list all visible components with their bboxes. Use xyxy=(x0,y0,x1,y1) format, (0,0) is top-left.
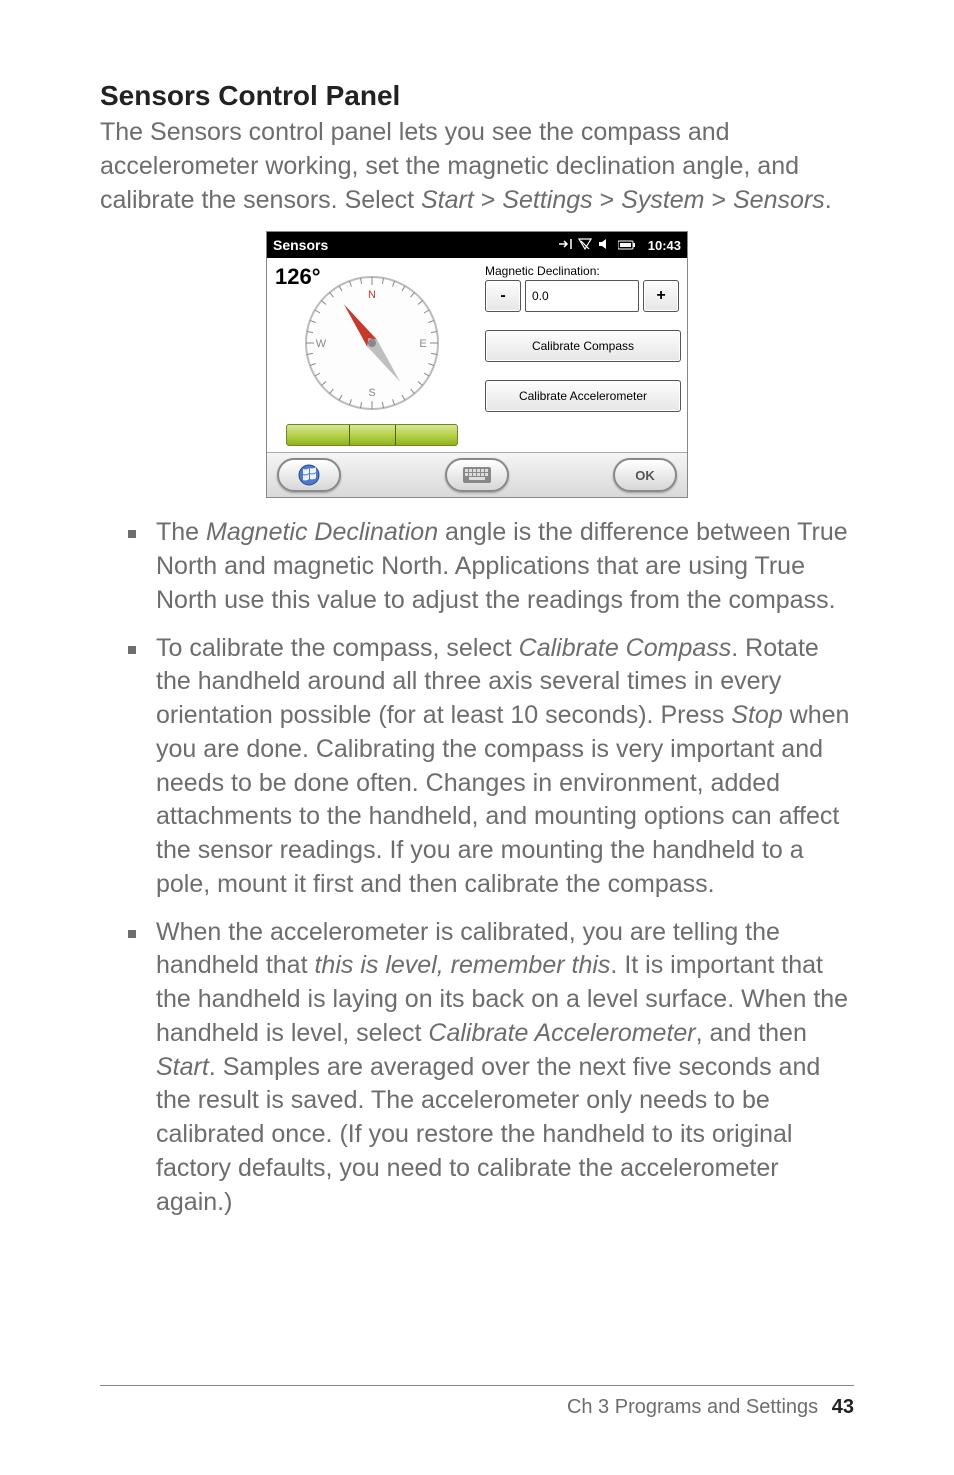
bubble-level xyxy=(286,424,458,446)
start-button[interactable] xyxy=(277,458,341,492)
term-magnetic-declination: Magnetic Declination xyxy=(206,518,438,546)
footer-page-number: 43 xyxy=(832,1396,854,1418)
calibrate-compass-button[interactable]: Calibrate Compass xyxy=(485,330,681,362)
declination-label: Magnetic Declination: xyxy=(485,264,679,278)
footer-chapter: Ch 3 Programs and Settings xyxy=(567,1396,818,1418)
compass-w: W xyxy=(316,338,327,350)
compass-e: E xyxy=(419,338,426,350)
term-this-is-level: this is level, remember this xyxy=(314,951,610,979)
clock: 10:43 xyxy=(648,238,681,253)
body-text: when you are done. Calibrating the compa… xyxy=(156,701,849,898)
term-calibrate-compass: Calibrate Compass xyxy=(519,634,732,662)
path-start: Start xyxy=(421,186,474,214)
sep: > xyxy=(474,186,503,214)
signal-icon xyxy=(578,238,592,253)
declination-minus-button[interactable]: - xyxy=(485,280,521,312)
path-sensors: Sensors xyxy=(733,186,825,214)
section-heading: Sensors Control Panel xyxy=(100,80,854,112)
term-stop: Stop xyxy=(731,701,782,729)
device-titlebar: Sensors 10:43 xyxy=(267,232,687,258)
body-text: The xyxy=(156,518,206,546)
connectivity-icon xyxy=(558,238,572,253)
list-item: When the accelerometer is calibrated, yo… xyxy=(128,916,854,1220)
declination-plus-button[interactable]: + xyxy=(643,280,679,312)
volume-icon xyxy=(598,238,612,253)
compass-n: N xyxy=(368,289,376,301)
intro-paragraph: The Sensors control panel lets you see t… xyxy=(100,116,854,217)
declination-value[interactable]: 0.0 xyxy=(525,280,639,312)
body-text: . Samples are averaged over the next fiv… xyxy=(156,1053,820,1216)
term-start: Start xyxy=(156,1053,209,1081)
keyboard-button[interactable] xyxy=(445,458,509,492)
device-title: Sensors xyxy=(273,237,328,253)
list-item: The Magnetic Declination angle is the di… xyxy=(128,516,854,617)
compass-dial: N E S W xyxy=(297,268,447,418)
path-settings: Settings xyxy=(502,186,592,214)
sep: > xyxy=(705,186,734,214)
sep: > xyxy=(593,186,622,214)
footer-rule xyxy=(100,1385,854,1386)
list-item: To calibrate the compass, select Calibra… xyxy=(128,632,854,902)
page-footer: Ch 3 Programs and Settings 43 xyxy=(100,1385,854,1419)
status-icons: 10:43 xyxy=(558,238,681,253)
calibrate-accelerometer-button[interactable]: Calibrate Accelerometer xyxy=(485,380,681,412)
compass-s: S xyxy=(368,387,375,399)
body-text: To calibrate the compass, select xyxy=(156,634,519,662)
intro-tail: . xyxy=(825,186,832,214)
body-text: , and then xyxy=(696,1019,807,1047)
path-system: System xyxy=(621,186,704,214)
battery-icon xyxy=(618,238,636,253)
ok-button[interactable]: OK xyxy=(613,458,677,492)
term-calibrate-accelerometer: Calibrate Accelerometer xyxy=(428,1019,695,1047)
device-screenshot: Sensors 10:43 xyxy=(100,231,854,498)
